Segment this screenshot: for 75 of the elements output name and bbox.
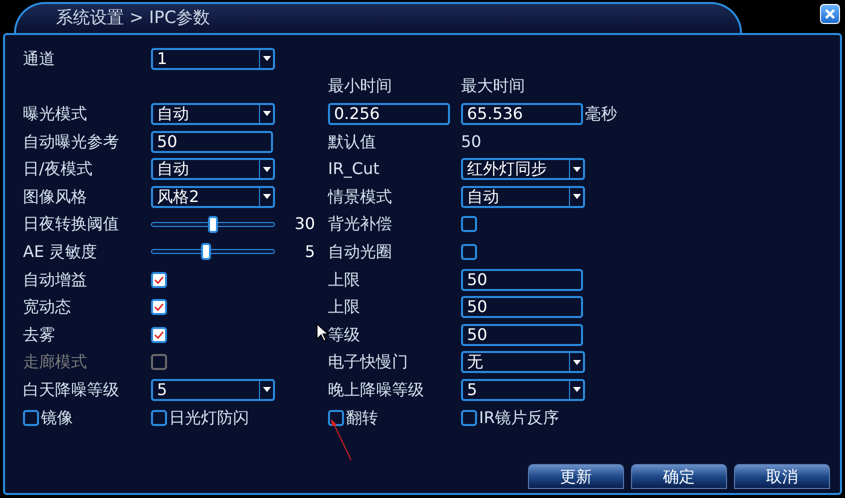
label: AE 灵敏度	[23, 242, 98, 261]
slider-thumb[interactable]	[200, 243, 211, 260]
checkbox[interactable]	[151, 272, 167, 288]
label: 去雾	[23, 324, 55, 344]
input-field[interactable]: 50	[461, 324, 583, 346]
dialog-button[interactable]: 取消	[734, 464, 830, 489]
input-field[interactable]: 50	[151, 130, 273, 153]
check-icon	[154, 330, 164, 339]
label: 图像风格	[23, 186, 87, 206]
label: 镜像	[41, 406, 73, 429]
checkbox[interactable]	[151, 326, 167, 343]
label: 日/夜模式	[23, 159, 92, 178]
window-title: 系统设置 > IPC参数	[56, 6, 210, 30]
label: 上限	[328, 297, 360, 316]
slider-thumb[interactable]	[208, 216, 218, 233]
dropdown[interactable]: 风格2	[151, 186, 275, 208]
checkbox[interactable]	[23, 410, 39, 426]
caret-icon	[572, 194, 580, 200]
label: 默认值	[328, 132, 376, 151]
label: 毫秒	[585, 104, 617, 123]
input-field[interactable]: 50	[461, 268, 583, 291]
dropdown[interactable]: 自动	[151, 102, 275, 125]
close-icon	[825, 9, 835, 19]
dropdown[interactable]: 自动	[151, 158, 275, 180]
dropdown[interactable]: 自动	[461, 186, 585, 208]
label: 电子快慢门	[328, 352, 408, 372]
label: 自动曝光参考	[23, 132, 119, 151]
label: IR镜片反序	[479, 406, 559, 429]
label: 最大时间	[461, 76, 525, 96]
dialog-button[interactable]: 更新	[528, 464, 624, 489]
checkbox[interactable]	[151, 410, 167, 426]
caret-icon	[262, 387, 270, 392]
caret-icon	[262, 111, 270, 116]
label: 50	[461, 132, 482, 151]
caret-icon	[262, 166, 270, 172]
caret-icon	[262, 56, 270, 62]
label: 自动光圈	[328, 242, 392, 261]
input-field[interactable]: 65.536	[461, 102, 583, 125]
slider-value: 30	[294, 213, 315, 236]
label: 走廊模式	[23, 352, 87, 372]
checkbox[interactable]	[461, 244, 477, 260]
check-icon	[154, 303, 164, 312]
label: 曝光模式	[23, 104, 87, 123]
label: 宽动态	[23, 297, 71, 316]
dropdown[interactable]: 红外灯同步	[461, 158, 585, 180]
label: 翻转	[346, 406, 378, 429]
checkbox[interactable]	[461, 410, 477, 426]
caret-icon	[262, 194, 270, 200]
dropdown[interactable]: 5	[151, 378, 275, 401]
dropdown[interactable]: 1	[151, 48, 275, 70]
dropdown[interactable]: 5	[461, 378, 585, 401]
label: 晚上降噪等级	[328, 380, 424, 399]
caret-icon	[572, 387, 580, 392]
close-button[interactable]	[820, 4, 840, 24]
check-icon	[154, 276, 164, 284]
label: 日夜转换阈值	[23, 214, 119, 234]
label: 背光补偿	[328, 214, 392, 234]
slider-value: 5	[304, 240, 315, 263]
label: 通道	[23, 48, 55, 68]
checkbox[interactable]	[461, 216, 477, 232]
label: 白天降噪等级	[23, 380, 119, 399]
caret-icon	[572, 360, 580, 365]
label: IR_Cut	[328, 159, 380, 178]
input-field[interactable]: 0.256	[328, 102, 450, 125]
label: 日光灯防闪	[169, 406, 249, 429]
label: 等级	[328, 324, 360, 344]
label: 自动增益	[23, 270, 87, 289]
dialog-button[interactable]: 确定	[631, 464, 727, 489]
label: 情景模式	[328, 186, 392, 206]
label: 上限	[328, 270, 360, 289]
input-field[interactable]: 50	[461, 296, 583, 318]
label: 最小时间	[328, 76, 392, 96]
caret-icon	[572, 166, 580, 172]
cursor-icon	[316, 323, 329, 342]
checkbox[interactable]	[151, 299, 167, 316]
